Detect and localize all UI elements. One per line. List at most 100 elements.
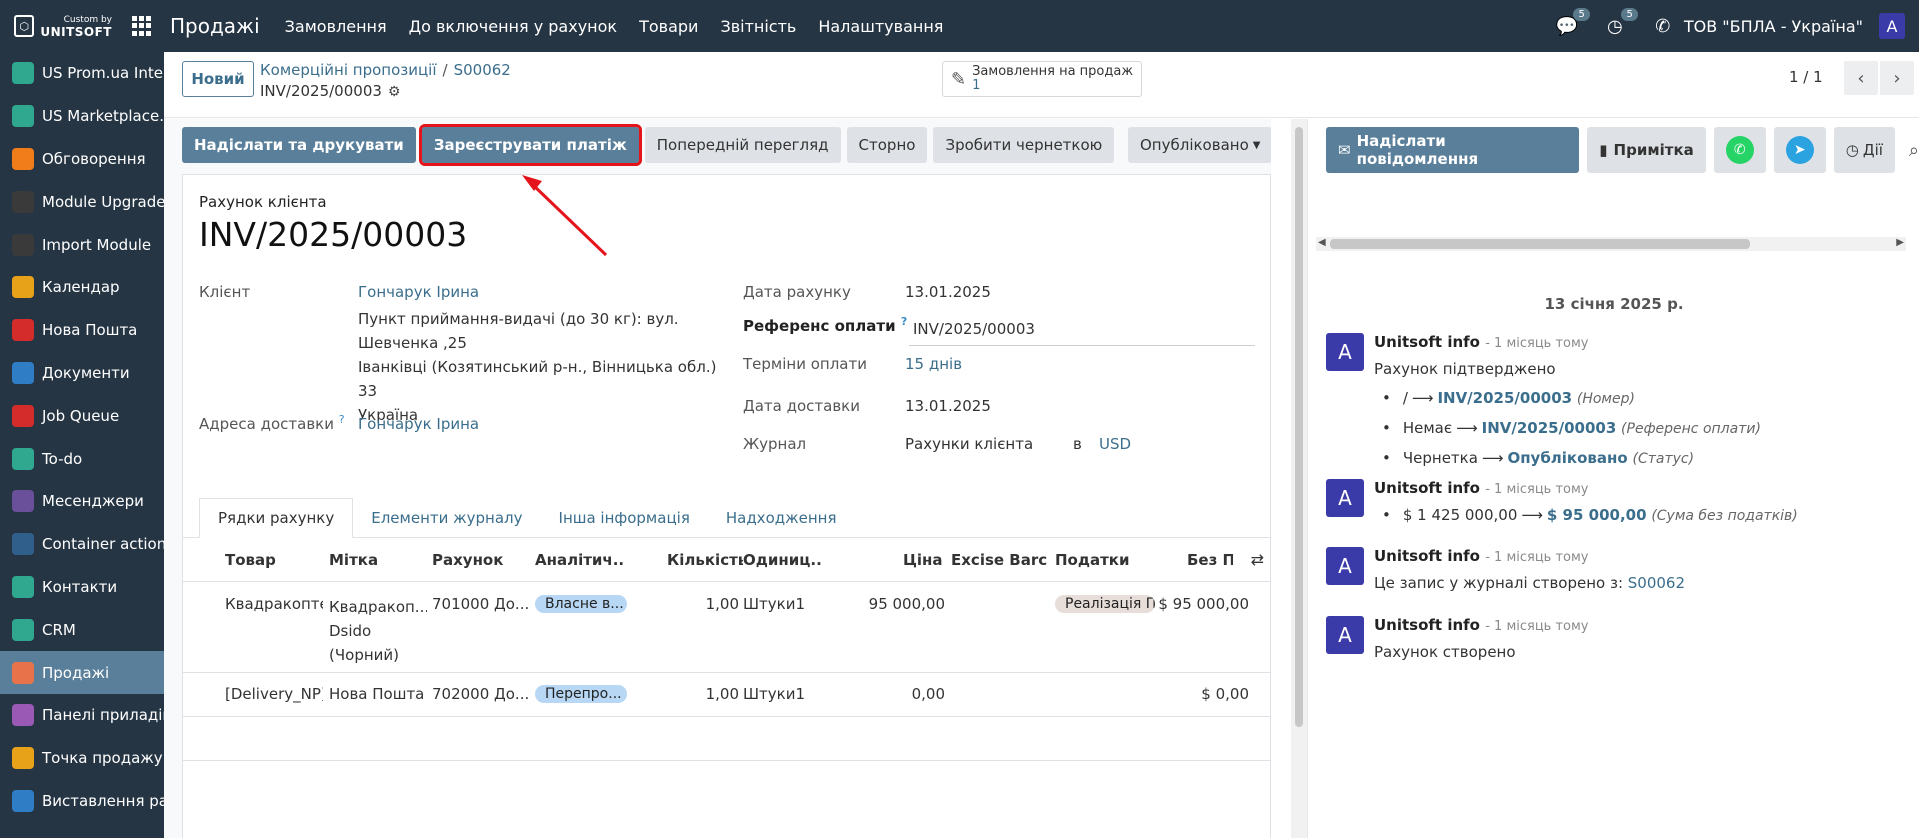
author-avatar[interactable]: A xyxy=(1326,479,1364,517)
col-analytic[interactable]: Аналітич... xyxy=(535,551,625,569)
author-avatar[interactable]: A xyxy=(1326,547,1364,585)
sidebar-item-16[interactable]: Точка продажу xyxy=(0,737,164,780)
sidebar-item-3[interactable]: Module Upgrade xyxy=(0,180,164,223)
sidebar-item-5[interactable]: Календар xyxy=(0,266,164,309)
sale-order-smart-button[interactable]: ✎ Замовлення на продаж 1 xyxy=(942,61,1142,97)
tab-invoice-lines[interactable]: Рядки рахунку xyxy=(199,498,354,538)
sidebar-item-1[interactable]: US Marketplace... xyxy=(0,95,164,138)
sidebar-item-14[interactable]: Продажі xyxy=(0,651,164,694)
preview-button[interactable]: Попередній перегляд xyxy=(644,127,841,163)
activity-clock-icon[interactable]: ◷ 5 xyxy=(1604,8,1638,37)
delivery-address-link[interactable]: Гончарук Ірина xyxy=(358,415,479,433)
pager-next-button[interactable]: › xyxy=(1880,61,1914,95)
table-row[interactable]: [Delivery_NP] Нова Пошта 702000 До... Пе… xyxy=(183,673,1271,717)
menu-to-invoice[interactable]: До включення у рахунок xyxy=(409,17,617,36)
menu-products[interactable]: Товари xyxy=(639,17,698,36)
line-price[interactable]: 95 000,00 xyxy=(833,595,945,613)
send-print-button[interactable]: Надіслати та друкувати xyxy=(182,127,416,163)
sidebar-item-10[interactable]: Месенджери xyxy=(0,480,164,523)
sidebar-item-9[interactable]: To-do xyxy=(0,437,164,480)
table-row[interactable]: Квадракоптер Квадракоп...Dsido(Чорний) 7… xyxy=(183,583,1271,673)
sidebar-item-0[interactable]: US Prom.ua Inte... xyxy=(0,52,164,95)
breadcrumb-order[interactable]: S00062 xyxy=(454,61,511,79)
chatter-scroll-thumb[interactable] xyxy=(1330,239,1750,249)
col-account[interactable]: Рахунок xyxy=(432,551,522,569)
sidebar-item-6[interactable]: Нова Пошта xyxy=(0,309,164,352)
tab-payments[interactable]: Надходження xyxy=(708,498,855,538)
whatsapp-button[interactable]: ✆ xyxy=(1713,127,1766,173)
breadcrumb-quotations[interactable]: Комерційні пропозиції xyxy=(260,61,437,79)
line-analytic-tag[interactable]: Власне в... xyxy=(535,595,627,613)
tab-journal-items[interactable]: Елементи журналу xyxy=(353,498,540,538)
line-quantity[interactable]: 1,00 xyxy=(667,685,739,703)
sidebar-item-12[interactable]: Контакти xyxy=(0,566,164,609)
log-note-button[interactable]: ▮ Примітка xyxy=(1587,127,1706,173)
pager-value[interactable]: 1 / 1 xyxy=(1789,68,1823,86)
empty-row[interactable] xyxy=(183,717,1271,761)
sidebar-item-2[interactable]: Обговорення xyxy=(0,138,164,181)
apps-grid-icon[interactable] xyxy=(132,16,152,36)
sidebar-item-17[interactable]: Виставлення ра... xyxy=(0,780,164,823)
sidebar-item-11[interactable]: Container actions xyxy=(0,523,164,566)
form-scroll-thumb[interactable] xyxy=(1295,127,1303,727)
col-excise-barcode[interactable]: Excise Barc... xyxy=(951,551,1047,569)
line-tax-tag[interactable]: Реалізація П xyxy=(1055,595,1155,613)
author-avatar[interactable]: A xyxy=(1326,616,1364,654)
new-button[interactable]: Новий xyxy=(182,61,254,97)
optional-columns-icon[interactable]: ⇄ xyxy=(1251,550,1264,569)
menu-configuration[interactable]: Налаштування xyxy=(818,17,943,36)
delivery-date-value[interactable]: 13.01.2025 xyxy=(905,397,991,415)
chatter-scroll-left-icon[interactable]: ◀ xyxy=(1318,237,1326,248)
send-message-button[interactable]: ✉ Надіслати повідомлення xyxy=(1326,127,1580,173)
line-analytic-tag[interactable]: Перепро... xyxy=(535,685,627,703)
line-account[interactable]: 702000 До... xyxy=(432,685,530,703)
col-product[interactable]: Товар xyxy=(225,551,315,569)
journal-value[interactable]: Рахунки клієнта xyxy=(905,435,1033,453)
sidebar-item-13[interactable]: CRM xyxy=(0,608,164,651)
message-author[interactable]: Unitsoft info - 1 місяць тому xyxy=(1374,479,1589,497)
invoice-date-value[interactable]: 13.01.2025 xyxy=(905,283,991,301)
message-author[interactable]: Unitsoft info - 1 місяць тому xyxy=(1374,616,1589,634)
sidebar-item-8[interactable]: Job Queue xyxy=(0,394,164,437)
phone-icon[interactable]: ✆ xyxy=(1652,15,1674,37)
col-uom[interactable]: Одиниц... xyxy=(743,551,823,569)
author-avatar[interactable]: A xyxy=(1326,333,1364,371)
line-uom[interactable]: Штуки1 xyxy=(743,595,823,613)
sidebar-item-15[interactable]: Панелі приладів xyxy=(0,694,164,737)
line-account[interactable]: 701000 До... xyxy=(432,595,530,613)
app-name[interactable]: Продажі xyxy=(170,14,260,38)
sidebar-item-7[interactable]: Документи xyxy=(0,352,164,395)
state-dropdown[interactable]: Опубліковано ▼ xyxy=(1128,127,1271,163)
menu-reporting[interactable]: Звітність xyxy=(720,17,796,36)
col-subtotal[interactable]: Без П xyxy=(1187,551,1233,569)
message-author[interactable]: Unitsoft info - 1 місяць тому xyxy=(1374,333,1589,351)
payment-terms-value[interactable]: 15 днів xyxy=(905,355,962,373)
line-product[interactable]: [Delivery_NP] xyxy=(225,685,323,703)
sidebar-item-4[interactable]: Import Module xyxy=(0,223,164,266)
company-switcher[interactable]: ТОВ "БПЛА - Україна" xyxy=(1684,17,1863,36)
telegram-button[interactable]: ➤ xyxy=(1773,127,1826,173)
user-avatar[interactable]: A xyxy=(1879,13,1905,39)
message-author[interactable]: Unitsoft info - 1 місяць тому xyxy=(1374,547,1589,565)
col-quantity[interactable]: Кількість xyxy=(667,551,743,569)
line-label[interactable]: Нова Пошта xyxy=(329,685,427,703)
line-quantity[interactable]: 1,00 xyxy=(667,595,739,613)
unitsoft-logo[interactable]: ⬡ Custom by UNITSOFT xyxy=(0,0,112,52)
line-uom[interactable]: Штуки1 xyxy=(743,685,823,703)
chatter-scroll-right-icon[interactable]: ▶ xyxy=(1896,237,1904,248)
gear-icon[interactable]: ⚙ xyxy=(388,84,401,100)
col-label[interactable]: Мітка xyxy=(329,551,419,569)
register-payment-button[interactable]: Зареєструвати платіж xyxy=(418,124,642,166)
pager-previous-button[interactable]: ‹ xyxy=(1844,61,1878,95)
chatter-horizontal-scrollbar[interactable]: ◀ ▶ xyxy=(1316,237,1906,251)
reset-to-draft-button[interactable]: Зробити чернеткою xyxy=(933,127,1115,163)
menu-orders[interactable]: Замовлення xyxy=(285,17,387,36)
search-icon[interactable]: ⌕ xyxy=(1909,127,1919,173)
origin-order-link[interactable]: S00062 xyxy=(1628,574,1685,592)
chat-icon[interactable]: 💬 5 xyxy=(1556,8,1590,37)
activities-button[interactable]: ◷ Дії xyxy=(1833,127,1895,173)
tab-other-info[interactable]: Інша інформація xyxy=(541,498,708,538)
line-label[interactable]: Квадракоп... Dsido (Чорний) xyxy=(329,595,427,667)
line-price[interactable]: 0,00 xyxy=(833,685,945,703)
customer-link[interactable]: Гончарук Ірина xyxy=(358,283,479,301)
